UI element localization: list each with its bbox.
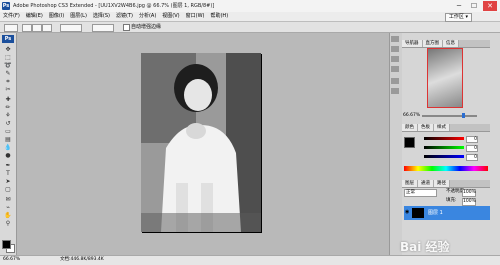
dodge-tool-icon[interactable]: ●	[3, 153, 13, 159]
crop-tool-icon[interactable]: ⌗	[3, 79, 13, 85]
baidu-watermark: Bai 经验	[400, 240, 450, 254]
type-tool-icon[interactable]: T	[3, 171, 13, 177]
menu-image[interactable]: 图像(I)	[46, 12, 67, 21]
photo-girl-illustration	[141, 53, 261, 232]
menu-view[interactable]: 视图(V)	[159, 12, 182, 21]
blue-value[interactable]: 0	[466, 154, 478, 161]
maximize-button[interactable]: ☐	[467, 1, 481, 11]
fill-input[interactable]: 100%	[462, 198, 476, 206]
layers-panel-header: 图层 通道 路径	[402, 180, 490, 188]
tab-navigator[interactable]: 导航器	[402, 40, 423, 47]
status-zoom[interactable]: 66.67%	[3, 256, 20, 264]
blur-tool-icon[interactable]: 💧	[3, 145, 13, 151]
status-doc-size: 文档:446.8K/893.4K	[60, 257, 104, 262]
tool-preset-picker[interactable]	[4, 24, 18, 32]
navigator-zoom-slider[interactable]	[422, 115, 477, 117]
history-brush-tool-icon[interactable]: ↺	[3, 121, 13, 127]
new-selection-button[interactable]	[22, 24, 32, 32]
blue-slider[interactable]	[424, 155, 464, 158]
document-image[interactable]	[141, 53, 261, 232]
menu-layer[interactable]: 图层(L)	[67, 12, 90, 21]
navigator-zoom-readout[interactable]: 66.67%	[403, 113, 420, 119]
tab-paths[interactable]: 路径	[434, 180, 450, 187]
navigator-preview[interactable]	[427, 48, 463, 108]
menu-analysis[interactable]: 分析(A)	[136, 12, 159, 21]
brush-tool-icon[interactable]: ✏	[3, 105, 13, 111]
photoshop-logo-icon: Ps	[2, 2, 10, 10]
zoom-tool-icon[interactable]: ⚲	[3, 221, 13, 227]
menu-help[interactable]: 帮助(H)	[207, 12, 231, 21]
window-title: Adobe Photoshop CS3 Extended - [UU1XV2W4…	[13, 3, 215, 9]
tab-color[interactable]: 颜色	[402, 124, 418, 131]
subtract-selection-button[interactable]	[42, 24, 52, 32]
color-panel-header: 颜色 色板 样式	[402, 124, 490, 132]
collapsed-panel-icon[interactable]	[391, 66, 399, 72]
sample-all-layers-picker[interactable]	[92, 24, 114, 32]
red-slider[interactable]	[424, 137, 464, 140]
layer-thumbnail	[412, 208, 424, 218]
tab-swatches[interactable]: 色板	[418, 124, 434, 131]
close-button[interactable]: ✕	[483, 1, 497, 11]
menu-edit[interactable]: 编辑(E)	[23, 12, 46, 21]
menu-filter[interactable]: 滤镜(T)	[113, 12, 136, 21]
healing-brush-tool-icon[interactable]: ✚	[3, 97, 13, 103]
gradient-tool-icon[interactable]: ▤	[3, 137, 13, 143]
zoom-slider-handle[interactable]	[462, 113, 465, 118]
opacity-input[interactable]: 100%	[462, 189, 476, 197]
menu-file[interactable]: 文件(F)	[0, 12, 23, 21]
auto-enhance-label: 自动增强边缘	[131, 24, 162, 30]
workspace-dropdown[interactable]: 工作区 ▾	[444, 13, 472, 22]
collapsed-panel-icon[interactable]	[391, 78, 399, 84]
add-selection-button[interactable]	[32, 24, 42, 32]
path-selection-tool-icon[interactable]: ➤	[3, 179, 13, 185]
lasso-tool-icon[interactable]: ➰	[3, 63, 13, 69]
move-tool-icon[interactable]: ✥	[3, 47, 13, 53]
tab-styles[interactable]: 样式	[434, 124, 450, 131]
brush-size-picker[interactable]	[60, 24, 82, 32]
tab-channels[interactable]: 通道	[418, 180, 434, 187]
blend-mode-select[interactable]: 正常	[404, 189, 437, 197]
green-value[interactable]: 0	[466, 145, 478, 152]
layer-name[interactable]: 图层 1	[428, 210, 443, 216]
collapsed-panel-icon[interactable]	[391, 56, 399, 62]
fill-label: 填充:	[446, 198, 457, 203]
minimize-button[interactable]: ─	[452, 1, 466, 11]
quick-selection-tool-icon[interactable]: ✎	[3, 71, 13, 77]
collapsed-panel-icon[interactable]	[391, 88, 399, 94]
marquee-tool-icon[interactable]: ⬚	[3, 55, 13, 61]
slice-tool-icon[interactable]: ✂	[3, 87, 13, 93]
menu-bar: 文件(F) 编辑(E) 图像(I) 图层(L) 选择(S) 滤镜(T) 分析(A…	[0, 12, 500, 22]
notes-tool-icon[interactable]: ✉	[3, 197, 13, 203]
pen-tool-icon[interactable]: ✒	[3, 163, 13, 169]
eyedropper-tool-icon[interactable]: ⌁	[3, 205, 13, 211]
collapsed-panel-icon[interactable]	[391, 36, 399, 42]
green-slider[interactable]	[424, 146, 464, 149]
tab-layers[interactable]: 图层	[402, 180, 418, 187]
color-panel-foreground-swatch[interactable]	[404, 137, 415, 148]
menu-select[interactable]: 选择(S)	[90, 12, 113, 21]
eraser-tool-icon[interactable]: ▭	[3, 129, 13, 135]
foreground-color-swatch[interactable]	[2, 240, 11, 249]
menu-window[interactable]: 窗口(W)	[183, 12, 208, 21]
clone-stamp-tool-icon[interactable]: ⚘	[3, 113, 13, 119]
layer-visibility-eye-icon[interactable]: ◉	[405, 210, 410, 215]
shape-tool-icon[interactable]: ▢	[3, 187, 13, 193]
toolbox-ps-badge-icon: Ps	[2, 35, 14, 43]
tab-histogram[interactable]: 直方图	[422, 40, 443, 47]
hand-tool-icon[interactable]: ✋	[3, 213, 13, 219]
tab-info[interactable]: 信息	[443, 40, 459, 47]
color-spectrum-bar[interactable]	[404, 166, 488, 171]
navigator-panel-header: 导航器 直方图 信息	[402, 40, 490, 48]
auto-enhance-checkbox[interactable]	[123, 24, 130, 31]
red-value[interactable]: 0	[466, 136, 478, 143]
collapsed-panel-icon[interactable]	[391, 46, 399, 52]
